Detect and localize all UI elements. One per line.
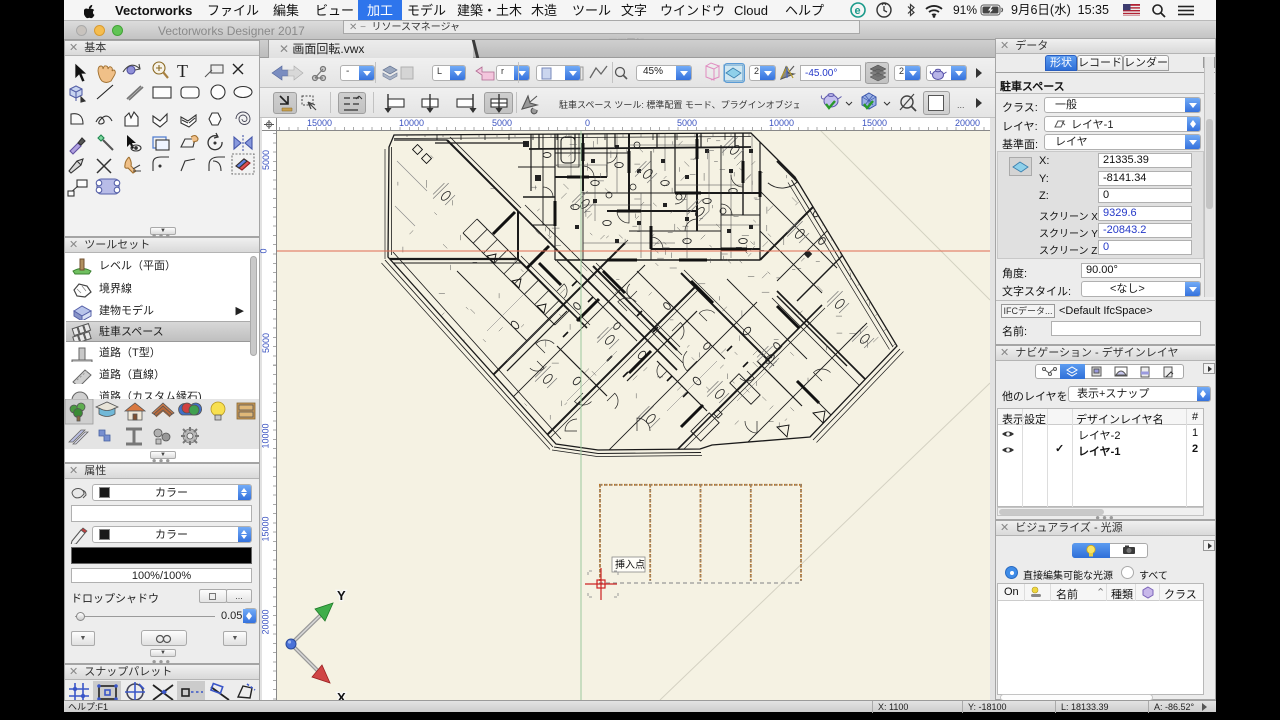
svg-text:X: X (337, 690, 346, 700)
svg-text:T: T (177, 61, 188, 81)
svg-text:挿入点: 挿入点 (615, 558, 645, 571)
svg-text:e: e (855, 5, 861, 17)
svg-text:Y: Y (337, 588, 346, 603)
